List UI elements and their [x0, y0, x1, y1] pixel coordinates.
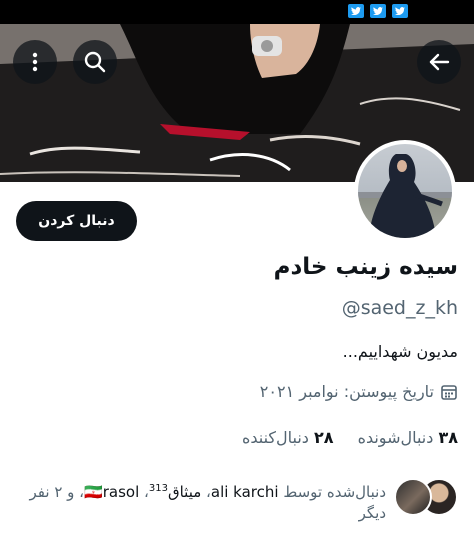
followers-count-link[interactable]: ۳۸ دنبال‌شونده — [358, 428, 458, 447]
follow-counts: ۳۸ دنبال‌شونده ۲۸ دنبال‌کننده — [242, 428, 458, 447]
join-date-text: تاریخ پیوستن: نوامبر ۲۰۲۱ — [259, 382, 434, 401]
followed-by-prefix: دنبال‌شده توسط — [283, 483, 386, 501]
notification-icons — [348, 4, 408, 18]
profile-avatar[interactable] — [354, 140, 456, 242]
follower-name: rasol — [102, 483, 140, 501]
follower-name: ali karchi — [210, 483, 279, 501]
avatar — [394, 478, 432, 516]
display-name: سیده زینب خادم — [273, 254, 458, 280]
followed-by-text: دنبال‌شده توسط ali karchi، میثاق313، ras… — [16, 478, 386, 524]
search-icon — [84, 51, 106, 73]
follow-button[interactable]: دنبال کردن — [16, 201, 137, 241]
iran-flag-icon: 🇮🇷 — [84, 483, 103, 501]
status-bar — [0, 0, 474, 24]
username-handle: @saed_z_kh — [341, 297, 458, 319]
profile-bio: مدیون شهداییم... — [342, 342, 458, 361]
follower-name-superscript: 313 — [148, 483, 168, 494]
avatar-image — [358, 144, 452, 238]
arrow-left-icon — [429, 53, 450, 71]
followed-by-row[interactable]: دنبال‌شده توسط ali karchi، میثاق313، ras… — [16, 478, 458, 524]
following-count-link[interactable]: ۲۸ دنبال‌کننده — [242, 428, 334, 447]
followers-count: ۳۸ — [438, 428, 458, 447]
followers-label: دنبال‌شونده — [357, 428, 434, 447]
following-label: دنبال‌کننده — [241, 428, 309, 447]
calendar-icon — [441, 384, 457, 400]
search-button[interactable] — [73, 40, 117, 84]
twitter-notification-icon — [348, 4, 364, 18]
join-date-row: تاریخ پیوستن: نوامبر ۲۰۲۱ — [260, 382, 458, 401]
twitter-notification-icon — [370, 4, 386, 18]
back-button[interactable] — [417, 40, 461, 84]
more-button[interactable] — [13, 40, 57, 84]
twitter-notification-icon — [392, 4, 408, 18]
more-vertical-icon — [32, 52, 38, 72]
followed-by-avatars — [394, 478, 458, 524]
following-count: ۲۸ — [314, 428, 334, 447]
follower-name: میثاق — [167, 483, 202, 501]
